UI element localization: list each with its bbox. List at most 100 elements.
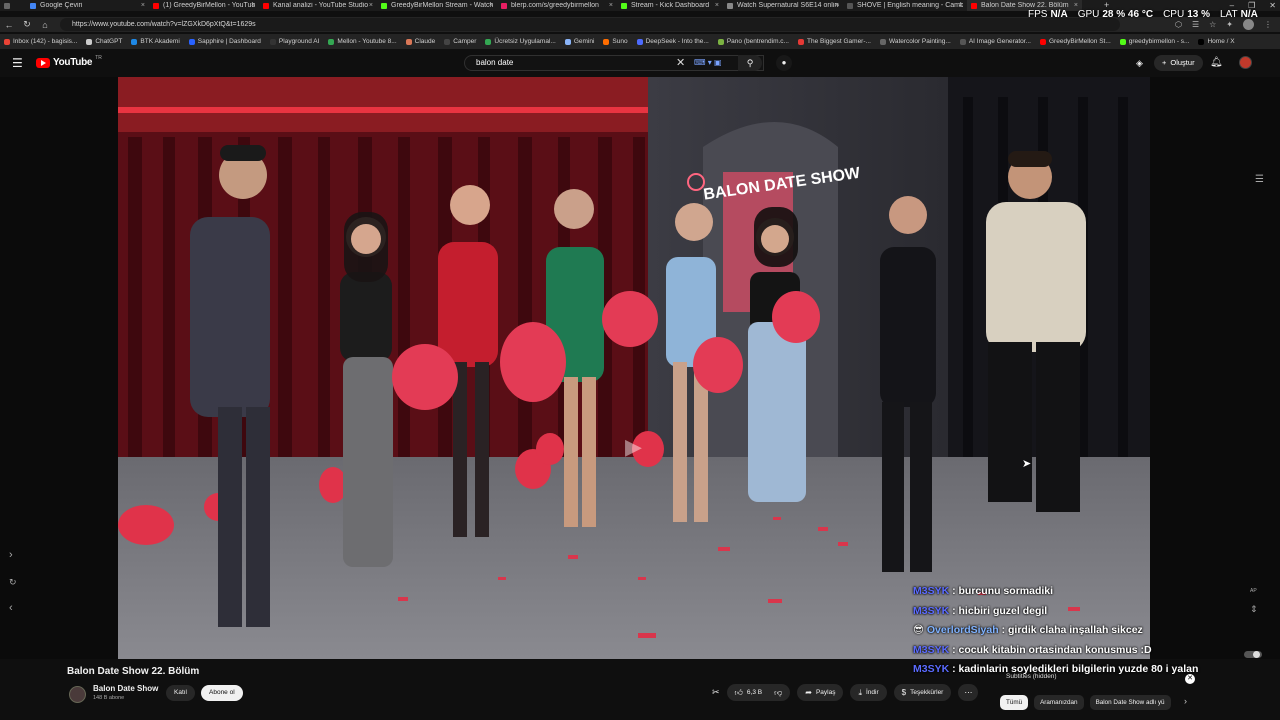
bookmark-item[interactable]: Pano (bentrendim.c... <box>717 38 789 45</box>
home-icon[interactable]: ⌂ <box>36 20 54 30</box>
video-frame[interactable]: BALON DATE SHOW <box>118 77 1150 659</box>
like-icon[interactable]: 👍︎ <box>735 684 743 701</box>
search-button[interactable]: ⚲ <box>738 55 762 71</box>
bookmark-item[interactable]: ChatGPT <box>86 38 122 45</box>
tab-close-icon[interactable]: × <box>715 0 719 11</box>
browser-tab[interactable]: (1) GreedyBirMellon - YouTube × <box>149 0 259 11</box>
download-label: İndir <box>866 689 879 696</box>
bookmark-item[interactable]: Suno <box>603 38 628 45</box>
bookmark-favicon-icon <box>1119 38 1126 45</box>
side-panel-menu-icon[interactable]: ☰ <box>1255 174 1264 185</box>
bookmark-item[interactable]: Watercolor Painting... <box>879 38 951 45</box>
youtube-logo[interactable]: YouTube TR <box>36 55 102 68</box>
tab-close-icon[interactable]: × <box>251 0 255 11</box>
join-button[interactable]: Katıl <box>166 685 196 701</box>
download-button[interactable]: ⤓ İndir <box>850 684 887 701</box>
thanks-button[interactable]: $ Teşekkürler <box>893 684 952 701</box>
bookmark-item[interactable]: Camper <box>444 38 476 45</box>
bookmark-item[interactable]: Mellon - Youtube 8... <box>328 38 397 45</box>
bookmark-favicon-icon <box>564 38 571 45</box>
tab-close-icon[interactable]: × <box>369 0 373 11</box>
more-actions-button[interactable]: ⋯ <box>958 684 979 701</box>
browser-tab[interactable]: Kanal analizi - YouTube Studio × <box>259 0 377 11</box>
chevron-right-icon[interactable]: › <box>9 549 13 561</box>
refresh-icon[interactable]: ↻ <box>9 577 17 588</box>
bookmark-label: Home / X <box>1207 38 1235 45</box>
clear-search-icon[interactable]: ✕ <box>676 55 685 71</box>
url-field[interactable]: https://www.youtube.com/watch?v=lZGXkD6p… <box>60 18 1120 31</box>
bookmark-item[interactable]: Claude <box>405 38 436 45</box>
browser-tab[interactable]: Stream - Kick Dashboard × <box>617 0 723 11</box>
tab-close-icon[interactable]: × <box>959 0 963 11</box>
browser-tab[interactable]: GreedyBirMellon Stream - Watch × <box>377 0 497 11</box>
notifications-bell-icon[interactable]: 🔔︎ <box>1210 57 1223 68</box>
more-horizontal-icon: ⋯ <box>964 688 973 697</box>
chat-text: : hicbiri guzel degil <box>952 604 1048 617</box>
search-extension-icon[interactable]: ⌨ ▾ ▣ <box>694 56 722 70</box>
bookmark-item[interactable]: greedybirmellon - s... <box>1119 38 1189 45</box>
bookmark-favicon-icon <box>636 38 643 45</box>
gpu-label: GPU <box>1077 9 1100 20</box>
dislike-icon[interactable]: 👎︎ <box>774 684 782 701</box>
filter-chip[interactable]: Tümü <box>1000 695 1029 710</box>
autoplay-toggle[interactable] <box>1244 651 1262 658</box>
browser-menu-icon[interactable]: ⋮ <box>1264 18 1272 31</box>
voice-search-button[interactable]: ● <box>776 55 792 71</box>
like-count[interactable]: 6,3 B <box>747 684 762 701</box>
bookmark-label: BTK Akademi <box>140 38 180 45</box>
filter-chip[interactable]: Balon Date Show adlı yü <box>1089 695 1171 710</box>
back-icon[interactable]: ← <box>0 20 18 30</box>
menu-tab[interactable] <box>0 0 26 11</box>
bookmark-item[interactable]: Inbox (142) - bagisis... <box>4 38 77 45</box>
tab-label: SHOVE | English meaning - Camb <box>857 2 963 9</box>
tab-label: blerp.com/s/greedybirmellon <box>511 2 599 9</box>
bookmark-item[interactable]: DeepSeek - Into the... <box>636 38 709 45</box>
tab-label: GreedyBirMellon Stream - Watch <box>391 2 493 9</box>
cast-icon[interactable]: ◈ <box>1136 58 1143 69</box>
subtitles-close-icon[interactable]: ✕ <box>1185 674 1195 684</box>
bookmark-item[interactable]: AI Image Generator... <box>959 38 1031 45</box>
tab-close-icon[interactable]: × <box>141 0 145 11</box>
browser-tab[interactable]: Google Çeviri × <box>26 0 149 11</box>
browser-profile-avatar[interactable] <box>1243 19 1254 30</box>
chips-next-icon[interactable]: › <box>1184 696 1187 706</box>
create-button[interactable]: + Oluştur <box>1154 55 1203 71</box>
bookmark-item[interactable]: GreedyBirMellon St... <box>1040 38 1111 45</box>
bookmark-item[interactable]: Sapphire | Dashboard <box>188 38 261 45</box>
video-player[interactable]: BALON DATE SHOW ▶ ➤ › ↻ ‹ ☰ <box>0 77 1280 659</box>
bookmark-item[interactable]: Ücretsiz Uygulamal... <box>485 38 556 45</box>
close-window-button[interactable]: ✕ <box>1269 0 1276 11</box>
share-button[interactable]: ➦ Paylaş <box>797 684 844 701</box>
bookmark-label: The Biggest Gamer-... <box>806 38 871 45</box>
chevron-left-icon[interactable]: ‹ <box>9 602 13 614</box>
bookmark-favicon-icon <box>269 38 276 45</box>
subscribe-button[interactable]: Abone ol <box>201 685 243 701</box>
bookmark-item[interactable]: BTK Akademi <box>131 38 180 45</box>
channel-name[interactable]: Balon Date Show <box>93 684 158 693</box>
bookmark-item[interactable]: Gemini <box>564 38 594 45</box>
expand-vertical-icon[interactable]: ⇕ <box>1250 604 1258 615</box>
chat-text: : burcunu sormadiki <box>952 585 1054 597</box>
reload-icon[interactable]: ↻ <box>18 19 36 30</box>
play-overlay-icon[interactable]: ▶ <box>625 434 642 460</box>
tab-close-icon[interactable]: × <box>835 0 839 11</box>
lat-value: N/A <box>1240 9 1258 20</box>
chat-overlay: M3SYK : burcunu sormadiki M3SYK : hicbiri… <box>913 582 1213 680</box>
channel-avatar[interactable] <box>69 686 86 703</box>
browser-tab[interactable]: blerp.com/s/greedybirmellon × <box>497 0 617 11</box>
clip-extension-icon[interactable]: ✂ <box>712 687 720 698</box>
tab-close-icon[interactable]: × <box>489 0 493 11</box>
bookmark-label: Claude <box>414 38 436 45</box>
browser-tab[interactable]: Watch Supernatural S6E14 online × <box>723 0 843 11</box>
filter-chip[interactable]: Aramanızdan <box>1034 695 1084 710</box>
browser-tab[interactable]: SHOVE | English meaning - Camb × <box>843 0 967 11</box>
bookmark-item[interactable]: Playground AI <box>269 38 319 45</box>
bookmark-favicon-icon <box>328 38 335 45</box>
bookmark-item[interactable]: Home / X <box>1198 38 1235 45</box>
tab-favicon-icon <box>971 2 977 9</box>
bookmark-item[interactable]: The Biggest Gamer-... <box>797 38 871 45</box>
tab-favicon-icon <box>727 2 733 9</box>
account-avatar[interactable] <box>1239 56 1252 69</box>
hamburger-menu-icon[interactable]: ☰ <box>12 56 23 70</box>
tab-close-icon[interactable]: × <box>609 0 613 11</box>
